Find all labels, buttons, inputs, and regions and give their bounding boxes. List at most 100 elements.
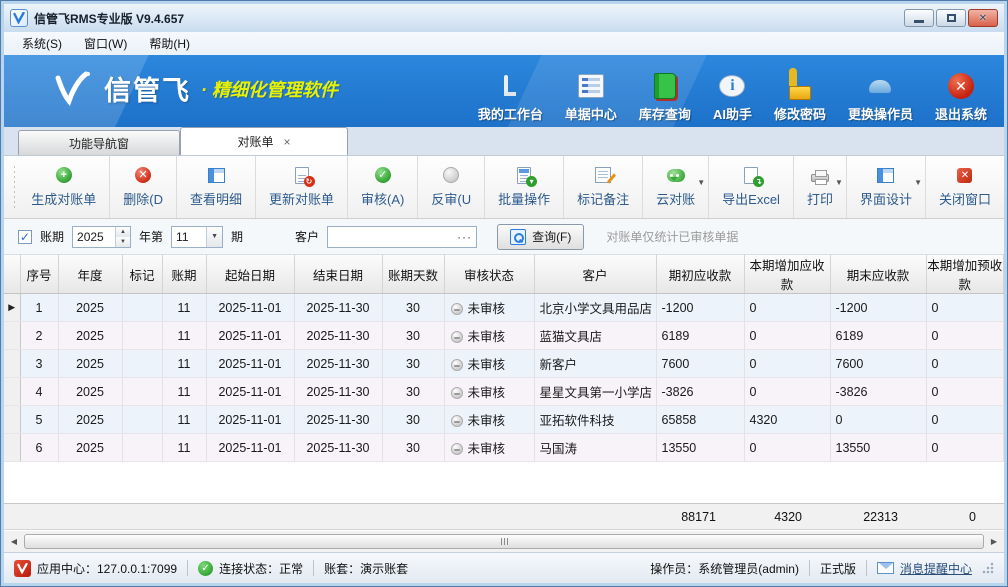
cell-start[interactable]: 2025-11-01 xyxy=(206,378,294,406)
cell-period[interactable]: 11 xyxy=(162,378,206,406)
cell-days[interactable]: 30 xyxy=(382,434,444,462)
tab-navigation[interactable]: 功能导航窗 xyxy=(18,130,180,155)
cell-end[interactable]: 2025-11-30 xyxy=(294,434,382,462)
cell-end_recv[interactable]: 7600 xyxy=(830,350,926,378)
cell-seq[interactable]: 4 xyxy=(20,378,58,406)
cell-seq[interactable]: 6 xyxy=(20,434,58,462)
unaudit-button[interactable]: 反审(U xyxy=(418,156,485,218)
col-year[interactable]: 年度 xyxy=(58,255,122,294)
menu-help[interactable]: 帮助(H) xyxy=(139,32,200,55)
spin-up-icon[interactable]: ▲ xyxy=(116,227,130,237)
row-selector[interactable] xyxy=(4,434,20,462)
cell-days[interactable]: 30 xyxy=(382,294,444,322)
cell-status[interactable]: 未审核 xyxy=(444,434,534,462)
cell-begin[interactable]: -3826 xyxy=(656,378,744,406)
cell-end[interactable]: 2025-11-30 xyxy=(294,350,382,378)
document-center-button[interactable]: 单据中心 xyxy=(554,71,628,123)
query-button[interactable]: 查询(F) xyxy=(497,224,584,250)
maximize-button[interactable] xyxy=(936,9,966,27)
row-selector[interactable] xyxy=(4,378,20,406)
cell-start[interactable]: 2025-11-01 xyxy=(206,294,294,322)
cell-pre[interactable]: 0 xyxy=(926,350,1004,378)
dropdown-arrow-icon[interactable]: ▼ xyxy=(835,178,843,187)
cell-status[interactable]: 未审核 xyxy=(444,350,534,378)
cell-inc[interactable]: 0 xyxy=(744,294,830,322)
view-detail-button[interactable]: 查看明细 xyxy=(177,156,256,218)
scrollbar-thumb[interactable] xyxy=(24,534,984,549)
menu-window[interactable]: 窗口(W) xyxy=(74,32,137,55)
cell-start[interactable]: 2025-11-01 xyxy=(206,406,294,434)
cell-inc[interactable]: 0 xyxy=(744,378,830,406)
exit-system-button[interactable]: ✕ 退出系统 xyxy=(924,71,998,123)
message-center-link[interactable]: 消息提醒中心 xyxy=(877,560,972,577)
delete-button[interactable]: ✕ 删除(D xyxy=(110,156,177,218)
tab-statement[interactable]: 对账单 × xyxy=(180,127,348,155)
cell-begin[interactable]: -1200 xyxy=(656,294,744,322)
col-begin-receivable[interactable]: 期初应收款 xyxy=(656,255,744,294)
print-button[interactable]: 打印 ▼ xyxy=(794,156,847,218)
cell-begin[interactable]: 6189 xyxy=(656,322,744,350)
cell-pre[interactable]: 0 xyxy=(926,322,1004,350)
cell-period[interactable]: 11 xyxy=(162,322,206,350)
cell-customer[interactable]: 星星文具第一小学店 xyxy=(534,378,656,406)
scroll-right-icon[interactable]: ▶ xyxy=(986,534,1002,550)
cell-seq[interactable]: 1 xyxy=(20,294,58,322)
cell-year[interactable]: 2025 xyxy=(58,378,122,406)
cell-end_recv[interactable]: -1200 xyxy=(830,294,926,322)
cell-pre[interactable]: 0 xyxy=(926,434,1004,462)
cell-end_recv[interactable]: -3826 xyxy=(830,378,926,406)
cell-mark[interactable] xyxy=(122,434,162,462)
cell-year[interactable]: 2025 xyxy=(58,434,122,462)
horizontal-scrollbar[interactable]: ◀ ▶ xyxy=(4,531,1004,552)
cell-days[interactable]: 30 xyxy=(382,350,444,378)
cell-inc[interactable]: 0 xyxy=(744,350,830,378)
period-checkbox[interactable]: ✓ xyxy=(18,230,32,244)
year-value[interactable]: 2025 xyxy=(73,227,115,247)
cell-mark[interactable] xyxy=(122,322,162,350)
row-selector[interactable] xyxy=(4,406,20,434)
spin-down-icon[interactable]: ▼ xyxy=(116,237,130,247)
generate-statement-button[interactable]: + 生成对账单 xyxy=(18,156,110,218)
cell-year[interactable]: 2025 xyxy=(58,294,122,322)
cell-begin[interactable]: 7600 xyxy=(656,350,744,378)
cell-period[interactable]: 11 xyxy=(162,350,206,378)
cell-customer[interactable]: 马国涛 xyxy=(534,434,656,462)
col-period[interactable]: 账期 xyxy=(162,255,206,294)
cell-customer[interactable]: 亚拓软件科技 xyxy=(534,406,656,434)
col-start-date[interactable]: 起始日期 xyxy=(206,255,294,294)
table-row[interactable]: 52025112025-11-012025-11-3030未审核亚拓软件科技65… xyxy=(4,406,1004,434)
cloud-reconcile-button[interactable]: 云对账 ▼ xyxy=(643,156,709,218)
mark-note-button[interactable]: 标记备注 xyxy=(564,156,643,218)
col-increase-prereceive[interactable]: 本期增加预收款 xyxy=(926,255,1004,294)
cell-customer[interactable]: 新客户 xyxy=(534,350,656,378)
col-end-date[interactable]: 结束日期 xyxy=(294,255,382,294)
dropdown-arrow-icon[interactable]: ▼ xyxy=(697,178,705,187)
row-selector[interactable]: ▶ xyxy=(4,294,20,322)
cell-year[interactable]: 2025 xyxy=(58,406,122,434)
ui-design-button[interactable]: 界面设计 ▼ xyxy=(847,156,926,218)
cell-end[interactable]: 2025-11-30 xyxy=(294,294,382,322)
header-row-selector[interactable] xyxy=(4,255,20,294)
audit-button[interactable]: ✓ 审核(A) xyxy=(348,156,418,218)
col-end-receivable[interactable]: 期末应收款 xyxy=(830,255,926,294)
cell-inc[interactable]: 0 xyxy=(744,322,830,350)
chevron-down-icon[interactable]: ▼ xyxy=(206,227,222,247)
cell-status[interactable]: 未审核 xyxy=(444,406,534,434)
table-row[interactable]: 32025112025-11-012025-11-3030未审核新客户76000… xyxy=(4,350,1004,378)
customer-input[interactable]: ··· xyxy=(327,226,477,248)
resize-grip[interactable] xyxy=(982,562,994,574)
cell-begin[interactable]: 65858 xyxy=(656,406,744,434)
minimize-button[interactable] xyxy=(904,9,934,27)
cell-days[interactable]: 30 xyxy=(382,378,444,406)
cell-days[interactable]: 30 xyxy=(382,406,444,434)
table-row[interactable]: 62025112025-11-012025-11-3030未审核马国涛13550… xyxy=(4,434,1004,462)
cell-seq[interactable]: 3 xyxy=(20,350,58,378)
cell-status[interactable]: 未审核 xyxy=(444,378,534,406)
cell-pre[interactable]: 0 xyxy=(926,378,1004,406)
table-row[interactable]: ▶12025112025-11-012025-11-3030未审核北京小学文具用… xyxy=(4,294,1004,322)
col-customer[interactable]: 客户 xyxy=(534,255,656,294)
col-days[interactable]: 账期天数 xyxy=(382,255,444,294)
col-seq[interactable]: 序号 xyxy=(20,255,58,294)
cell-mark[interactable] xyxy=(122,350,162,378)
cell-begin[interactable]: 13550 xyxy=(656,434,744,462)
